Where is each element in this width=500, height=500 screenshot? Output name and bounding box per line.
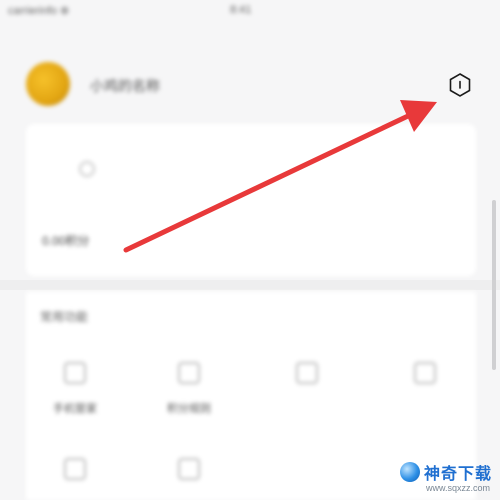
- home-icon: [64, 362, 86, 384]
- watermark-title: 神奇下载: [424, 464, 493, 483]
- tool-item[interactable]: 手机管家: [30, 362, 120, 416]
- info-icon: [79, 161, 95, 177]
- tool-item[interactable]: [380, 362, 470, 400]
- status-clock: 8:41: [230, 4, 252, 16]
- tool-item[interactable]: [262, 362, 352, 400]
- section-divider: [0, 280, 500, 290]
- watermark-url: www.sqxzz.com: [426, 483, 491, 493]
- hexagon-settings-icon: [449, 73, 471, 97]
- section-title: 常用功能: [40, 310, 89, 324]
- tag-icon: [64, 458, 86, 480]
- avatar[interactable]: [26, 62, 70, 106]
- status-bar: carrierinfo ⊕ 8:41: [0, 0, 500, 26]
- tool-label: 手机管家: [53, 403, 97, 415]
- scrollbar-thumb[interactable]: [492, 200, 496, 370]
- profile-row[interactable]: 小鸡的名称: [0, 50, 500, 120]
- tool-label: 积分规则: [167, 403, 211, 415]
- points-label: 0.00积分: [42, 234, 90, 248]
- points-card[interactable]: 0.00积分: [26, 124, 476, 276]
- tool-item[interactable]: [30, 458, 120, 480]
- tree-icon: [178, 362, 200, 384]
- chat-icon: [414, 362, 436, 384]
- username[interactable]: 小鸡的名称: [90, 76, 160, 96]
- settings-button[interactable]: [445, 70, 475, 100]
- tool-item[interactable]: [144, 458, 234, 480]
- carrier-text: carrierinfo ⊕: [8, 5, 70, 17]
- watermark: 神奇下载 www.sqxzz.com: [396, 458, 500, 500]
- edit-icon: [178, 458, 200, 480]
- message-icon: [296, 362, 318, 384]
- watermark-logo-icon: [400, 462, 420, 482]
- tool-item[interactable]: 积分规则: [144, 362, 234, 416]
